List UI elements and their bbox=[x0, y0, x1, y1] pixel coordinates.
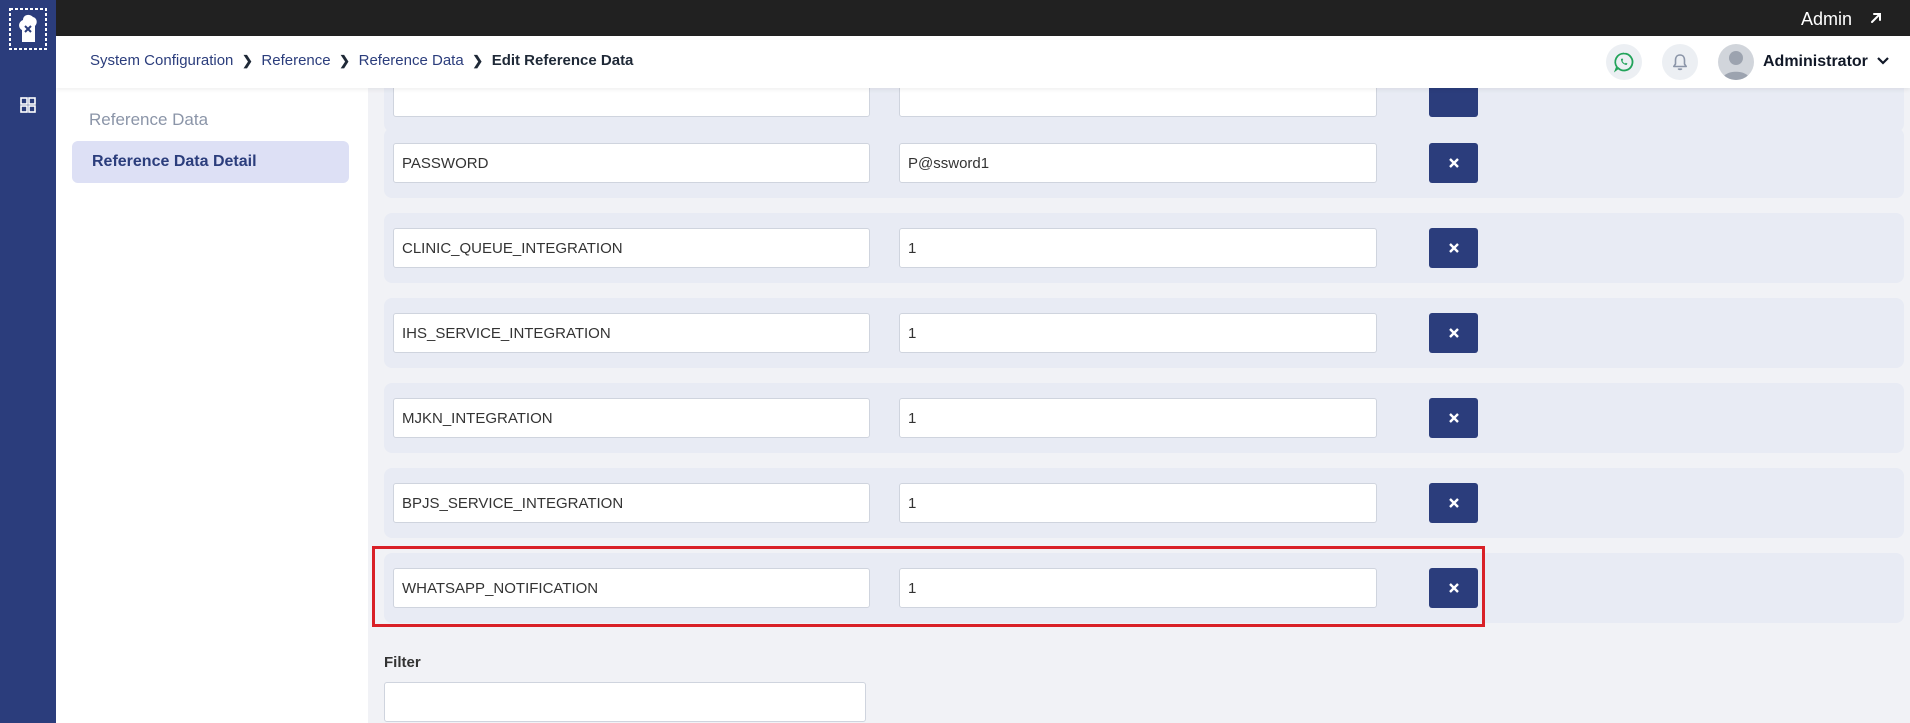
bell-icon bbox=[1673, 54, 1687, 71]
page-header: System Configuration ❯ Reference ❯ Refer… bbox=[56, 36, 1910, 88]
value-input[interactable]: 1 bbox=[899, 398, 1377, 438]
grid-icon[interactable] bbox=[20, 97, 36, 113]
filter-input[interactable] bbox=[384, 682, 866, 722]
value-input[interactable] bbox=[899, 88, 1377, 117]
delete-row-button[interactable] bbox=[1429, 398, 1478, 438]
external-link-icon[interactable] bbox=[1866, 8, 1886, 28]
breadcrumb-separator-icon: ❯ bbox=[472, 52, 484, 68]
sidebar-item-label: Reference Data Detail bbox=[92, 153, 257, 170]
filter-label: Filter bbox=[384, 654, 421, 671]
value-input[interactable]: P@ssword1 bbox=[899, 143, 1377, 183]
top-bar: Admin bbox=[0, 0, 1910, 36]
close-icon bbox=[1448, 243, 1459, 253]
breadcrumb-reference[interactable]: Reference bbox=[261, 52, 330, 69]
avatar[interactable] bbox=[1718, 44, 1754, 80]
notifications-button[interactable] bbox=[1662, 44, 1698, 80]
reference-row: IHS_SERVICE_INTEGRATION 1 bbox=[384, 298, 1904, 368]
delete-row-button[interactable] bbox=[1429, 143, 1478, 183]
breadcrumb-current: Edit Reference Data bbox=[491, 52, 634, 69]
reference-row: CLINIC_QUEUE_INTEGRATION 1 bbox=[384, 213, 1904, 283]
reference-row: BPJS_SERVICE_INTEGRATION 1 bbox=[384, 468, 1904, 538]
side-menu-title: Reference Data bbox=[89, 110, 209, 129]
chevron-down-icon[interactable] bbox=[1876, 56, 1890, 66]
close-icon bbox=[1448, 328, 1459, 338]
value-input[interactable]: 1 bbox=[899, 228, 1377, 268]
key-input[interactable]: PASSWORD bbox=[393, 143, 870, 183]
delete-row-button[interactable] bbox=[1429, 483, 1478, 523]
reference-row: PASSWORD P@ssword1 bbox=[384, 128, 1904, 198]
main-content: PASSWORD P@ssword1 CLINIC_QUEUE_INTEGRAT… bbox=[368, 88, 1910, 723]
key-input[interactable] bbox=[393, 88, 870, 117]
close-icon bbox=[1448, 158, 1459, 168]
reference-row: MJKN_INTEGRATION 1 bbox=[384, 383, 1904, 453]
reference-row-partial bbox=[384, 88, 1904, 132]
delete-row-button[interactable] bbox=[1429, 88, 1478, 117]
side-menu: Reference Data Reference Data Detail bbox=[56, 88, 368, 723]
whatsapp-icon bbox=[1613, 52, 1634, 73]
breadcrumb-reference-data[interactable]: Reference Data bbox=[359, 52, 464, 69]
app-logo-icon[interactable] bbox=[9, 8, 47, 50]
key-input[interactable]: CLINIC_QUEUE_INTEGRATION bbox=[393, 228, 870, 268]
delete-row-button[interactable] bbox=[1429, 313, 1478, 353]
user-name[interactable]: Administrator bbox=[1763, 53, 1868, 71]
value-input[interactable]: 1 bbox=[899, 483, 1377, 523]
sidebar-item-reference-data-detail[interactable]: Reference Data Detail bbox=[72, 141, 349, 183]
user-avatar-icon bbox=[1722, 51, 1750, 80]
breadcrumb-system-configuration[interactable]: System Configuration bbox=[90, 52, 233, 69]
delete-row-button[interactable] bbox=[1429, 228, 1478, 268]
key-input[interactable]: IHS_SERVICE_INTEGRATION bbox=[393, 313, 870, 353]
left-rail bbox=[0, 0, 56, 723]
whatsapp-button[interactable] bbox=[1606, 44, 1642, 80]
close-icon bbox=[1448, 413, 1459, 423]
breadcrumb: System Configuration ❯ Reference ❯ Refer… bbox=[90, 52, 633, 69]
highlight-box bbox=[372, 546, 1485, 627]
top-user-label[interactable]: Admin bbox=[1801, 9, 1852, 30]
close-icon bbox=[1448, 498, 1459, 508]
value-input[interactable]: 1 bbox=[899, 313, 1377, 353]
breadcrumb-separator-icon: ❯ bbox=[339, 52, 351, 68]
breadcrumb-separator-icon: ❯ bbox=[241, 52, 253, 68]
key-input[interactable]: BPJS_SERVICE_INTEGRATION bbox=[393, 483, 870, 523]
key-input[interactable]: MJKN_INTEGRATION bbox=[393, 398, 870, 438]
